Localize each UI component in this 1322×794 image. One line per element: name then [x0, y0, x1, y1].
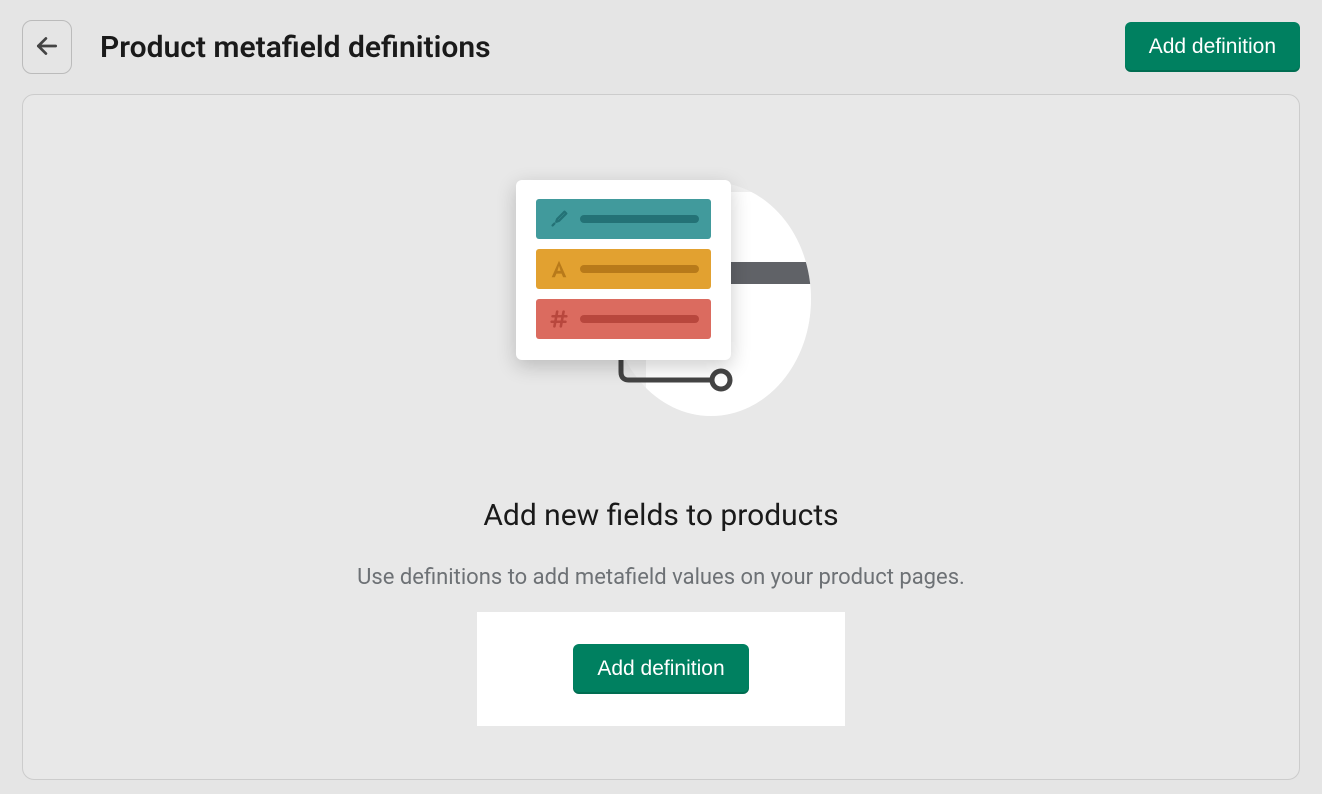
page-title: Product metafield definitions	[100, 30, 1097, 65]
add-definition-button-empty[interactable]: Add definition	[573, 644, 748, 694]
empty-state-card: Add new fields to products Use definitio…	[22, 94, 1300, 780]
add-definition-button[interactable]: Add definition	[1125, 22, 1300, 72]
empty-state-illustration	[516, 180, 806, 430]
fields-card-icon	[516, 180, 731, 360]
back-button[interactable]	[22, 20, 72, 74]
page-header: Product metafield definitions Add defini…	[0, 0, 1322, 94]
connector-icon	[616, 358, 736, 398]
text-type-icon	[548, 258, 570, 280]
arrow-left-icon	[34, 33, 60, 62]
empty-state-heading: Add new fields to products	[483, 498, 838, 533]
empty-state-button-container: Add definition	[477, 612, 844, 726]
empty-state-subtext: Use definitions to add metafield values …	[357, 565, 965, 590]
hash-icon	[548, 308, 570, 330]
eyedropper-icon	[548, 208, 570, 230]
